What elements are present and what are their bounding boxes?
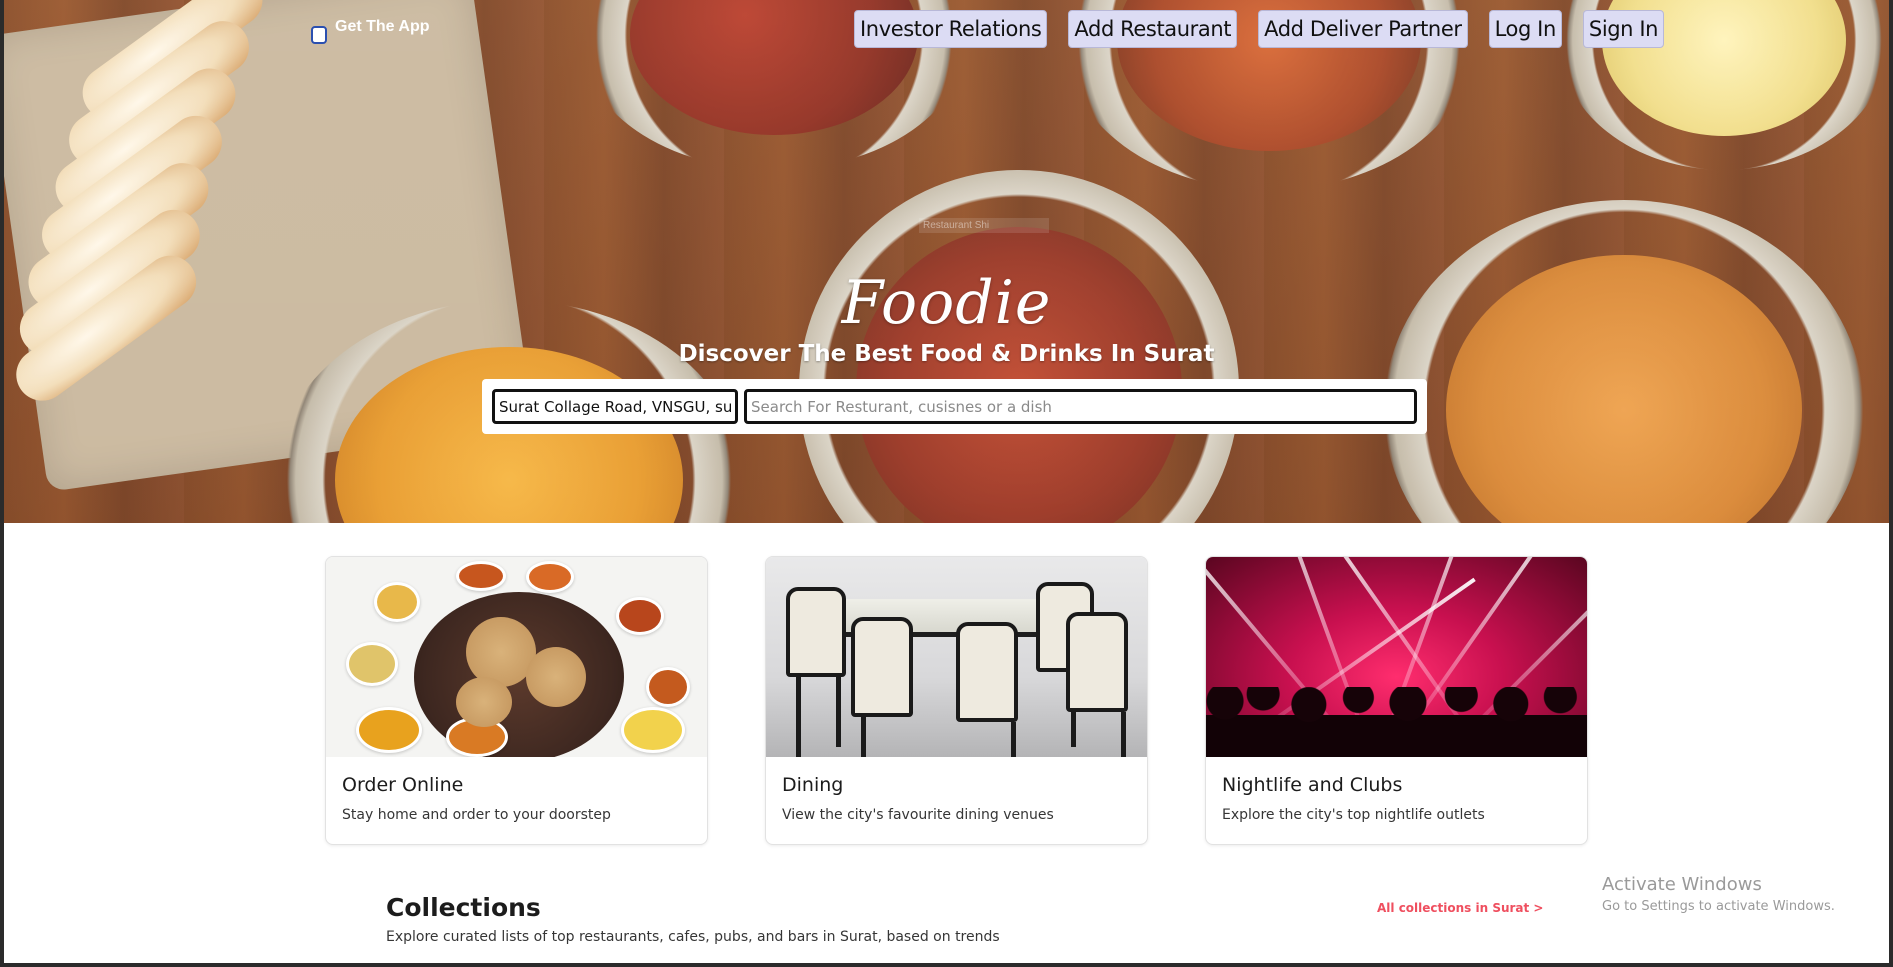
card-description: Stay home and order to your doorstep <box>342 807 611 823</box>
all-collections-link[interactable]: All collections in Surat > <box>1377 901 1544 915</box>
dish-search-input[interactable] <box>744 389 1417 424</box>
top-nav: Investor Relations Add Restaurant Add De… <box>854 10 1685 48</box>
collections-heading: Collections <box>386 893 541 922</box>
foodie-logo: Foodie <box>841 268 1052 338</box>
search-bar <box>482 379 1427 434</box>
investor-relations-button[interactable]: Investor Relations <box>854 10 1048 48</box>
nightlife-card[interactable]: Nightlife and Clubs Explore the city's t… <box>1205 556 1588 845</box>
windows-activation-watermark: Activate Windows Go to Settings to activ… <box>1602 874 1835 914</box>
dining-card[interactable]: Dining View the city's favourite dining … <box>765 556 1148 845</box>
get-the-app-link[interactable]: Get The App <box>311 18 430 44</box>
hero-headline: Discover The Best Food & Drinks In Surat <box>678 341 1215 367</box>
card-description: Explore the city's top nightlife outlets <box>1222 807 1485 823</box>
card-title: Nightlife and Clubs <box>1222 774 1403 796</box>
add-delivery-partner-button[interactable]: Add Deliver Partner <box>1258 10 1468 48</box>
thali-image <box>326 557 707 757</box>
get-app-label: Get The App <box>335 18 430 35</box>
hero-banner <box>4 0 1889 523</box>
card-description: View the city's favourite dining venues <box>782 807 1054 823</box>
watermark-line2: Go to Settings to activate Windows. <box>1602 899 1835 914</box>
ghost-label: Restaurant Shi <box>919 218 1050 233</box>
sign-in-button[interactable]: Sign In <box>1582 10 1665 48</box>
concert-lights-image <box>1206 557 1587 757</box>
order-online-card[interactable]: Order Online Stay home and order to your… <box>325 556 708 845</box>
card-title: Order Online <box>342 774 464 796</box>
log-in-button[interactable]: Log In <box>1488 10 1562 48</box>
service-cards: Order Online Stay home and order to your… <box>325 556 1588 845</box>
watermark-line1: Activate Windows <box>1602 874 1762 895</box>
phone-icon <box>311 26 327 44</box>
location-input[interactable] <box>492 389 738 424</box>
collections-subtitle: Explore curated lists of top restaurants… <box>386 929 1000 945</box>
dining-table-image <box>766 557 1147 757</box>
card-title: Dining <box>782 774 844 796</box>
add-restaurant-button[interactable]: Add Restaurant <box>1068 10 1238 48</box>
